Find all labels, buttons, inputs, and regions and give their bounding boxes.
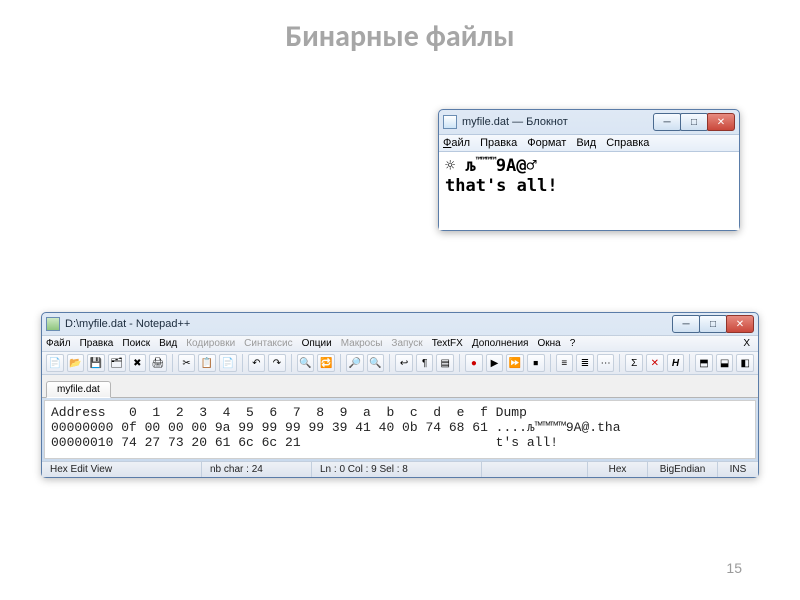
save-all-icon[interactable]: 🗂: [108, 354, 126, 372]
minimize-button[interactable]: ─: [672, 315, 700, 333]
maximize-button[interactable]: □: [699, 315, 727, 333]
zoom-out-icon[interactable]: 🔍: [367, 354, 385, 372]
menu-file[interactable]: Файл: [46, 338, 71, 349]
npp-statusbar: Hex Edit View nb char : 24 Ln : 0 Col : …: [42, 461, 758, 477]
menu-windows[interactable]: Окна: [537, 338, 560, 349]
wrap-icon[interactable]: ↩: [395, 354, 413, 372]
separator-icon: [389, 354, 390, 372]
menu-file[interactable]: Файл: [443, 137, 470, 149]
separator-icon: [340, 354, 341, 372]
menu-close-x[interactable]: X: [743, 338, 754, 349]
menu-textfx[interactable]: TextFX: [432, 338, 463, 349]
notepad-line-2: that's all!: [445, 176, 733, 196]
menu-edit[interactable]: Правка: [80, 338, 114, 349]
notepad-title: myfile.dat — Блокнот: [462, 116, 568, 128]
status-pos: Ln : 0 Col : 9 Sel : 8: [312, 462, 482, 477]
misc-icon[interactable]: ≡: [556, 354, 574, 372]
record-icon[interactable]: ●: [465, 354, 483, 372]
menu-view[interactable]: Вид: [159, 338, 177, 349]
maximize-button[interactable]: □: [680, 113, 708, 131]
notepad-app-icon: [443, 115, 457, 129]
status-ins[interactable]: INS: [718, 462, 758, 477]
status-nbchar: nb char : 24: [202, 462, 312, 477]
menu-search[interactable]: Поиск: [122, 338, 150, 349]
fast-icon[interactable]: ⏩: [506, 354, 524, 372]
status-spacer: [482, 462, 588, 477]
npp-app-icon: [46, 317, 60, 331]
h-icon[interactable]: H: [667, 354, 685, 372]
menu-syntax[interactable]: Синтаксис: [244, 338, 292, 349]
separator-icon: [550, 354, 551, 372]
separator-icon: [291, 354, 292, 372]
file-tab[interactable]: myfile.dat: [46, 381, 111, 398]
sigma-icon[interactable]: Σ: [625, 354, 643, 372]
hex-view[interactable]: Address 0 1 2 3 4 5 6 7 8 9 a b c d e f …: [44, 400, 756, 459]
close-button[interactable]: ✕: [707, 113, 735, 131]
hex-row: 00000010 74 27 73 20 61 6c 6c 21 t's all…: [51, 435, 558, 450]
separator-icon: [689, 354, 690, 372]
notepad-line-1: ☼ љ™™™™9A@♂: [445, 156, 733, 176]
tool-b-icon[interactable]: ⬓: [716, 354, 734, 372]
new-file-icon[interactable]: 📄: [46, 354, 64, 372]
npp-menubar: Файл Правка Поиск Вид Кодировки Синтакси…: [42, 335, 758, 352]
zoom-in-icon[interactable]: 🔎: [346, 354, 364, 372]
menu-help[interactable]: ?: [570, 338, 576, 349]
menu-format[interactable]: Формат: [527, 137, 566, 149]
separator-icon: [459, 354, 460, 372]
status-endian: BigEndian: [648, 462, 718, 477]
x-icon-tool[interactable]: ✕: [646, 354, 664, 372]
stop-icon[interactable]: ⏹: [527, 354, 545, 372]
notepad-titlebar[interactable]: myfile.dat — Блокнот ─ □ ✕: [439, 110, 739, 134]
separator-icon: [172, 354, 173, 372]
menu-run[interactable]: Запуск: [391, 338, 422, 349]
menu-edit[interactable]: Правка: [480, 137, 517, 149]
notepad-window: myfile.dat — Блокнот ─ □ ✕ Файл Правка Ф…: [438, 109, 740, 231]
separator-icon: [242, 354, 243, 372]
npp-title: D:\myfile.dat - Notepad++: [65, 318, 190, 330]
replace-icon[interactable]: 🔁: [317, 354, 335, 372]
redo-icon[interactable]: ↷: [268, 354, 286, 372]
paste-icon[interactable]: 📄: [219, 354, 237, 372]
menu-options[interactable]: Опции: [302, 338, 332, 349]
minimize-button[interactable]: ─: [653, 113, 681, 131]
hex-row: 00000000 0f 00 00 00 9a 99 99 99 99 39 4…: [51, 420, 621, 435]
undo-icon[interactable]: ↶: [248, 354, 266, 372]
show-all-icon[interactable]: ¶: [416, 354, 434, 372]
play-icon[interactable]: ▶: [486, 354, 504, 372]
find-icon[interactable]: 🔍: [297, 354, 315, 372]
status-mode: Hex: [588, 462, 648, 477]
menu-view[interactable]: Вид: [576, 137, 596, 149]
menu-plugins[interactable]: Дополнения: [472, 338, 529, 349]
save-icon[interactable]: 💾: [87, 354, 105, 372]
misc3-icon[interactable]: ⋯: [597, 354, 615, 372]
open-file-icon[interactable]: 📂: [67, 354, 85, 372]
menu-help[interactable]: Справка: [606, 137, 649, 149]
copy-icon[interactable]: 📋: [198, 354, 216, 372]
slide-title: Бинарные файлы: [0, 0, 800, 61]
tool-c-icon[interactable]: ◧: [736, 354, 754, 372]
guide-icon[interactable]: ▤: [436, 354, 454, 372]
tool-a-icon[interactable]: ⬒: [695, 354, 713, 372]
cut-icon[interactable]: ✂: [178, 354, 196, 372]
notepad-menubar: Файл Правка Формат Вид Справка: [439, 134, 739, 152]
menu-encoding[interactable]: Кодировки: [186, 338, 235, 349]
separator-icon: [619, 354, 620, 372]
npp-tabstrip: myfile.dat: [42, 375, 758, 398]
status-view: Hex Edit View: [42, 462, 202, 477]
close-file-icon[interactable]: ✖: [129, 354, 147, 372]
menu-macros[interactable]: Макросы: [341, 338, 383, 349]
npp-toolbar: 📄 📂 💾 🗂 ✖ 🖨 ✂ 📋 📄 ↶ ↷ 🔍 🔁 🔎 🔍 ↩ ¶ ▤ ● ▶ …: [42, 352, 758, 375]
notepad-textarea[interactable]: ☼ љ™™™™9A@♂ that's all!: [439, 152, 739, 230]
npp-titlebar[interactable]: D:\myfile.dat - Notepad++ ─ □ ✕: [42, 313, 758, 335]
misc2-icon[interactable]: ≣: [576, 354, 594, 372]
print-icon[interactable]: 🖨: [149, 354, 167, 372]
hex-header: Address 0 1 2 3 4 5 6 7 8 9 a b c d e f …: [51, 405, 527, 420]
close-button[interactable]: ✕: [726, 315, 754, 333]
notepadpp-window: D:\myfile.dat - Notepad++ ─ □ ✕ Файл Пра…: [41, 312, 759, 478]
slide-page-number: 15: [726, 560, 742, 576]
